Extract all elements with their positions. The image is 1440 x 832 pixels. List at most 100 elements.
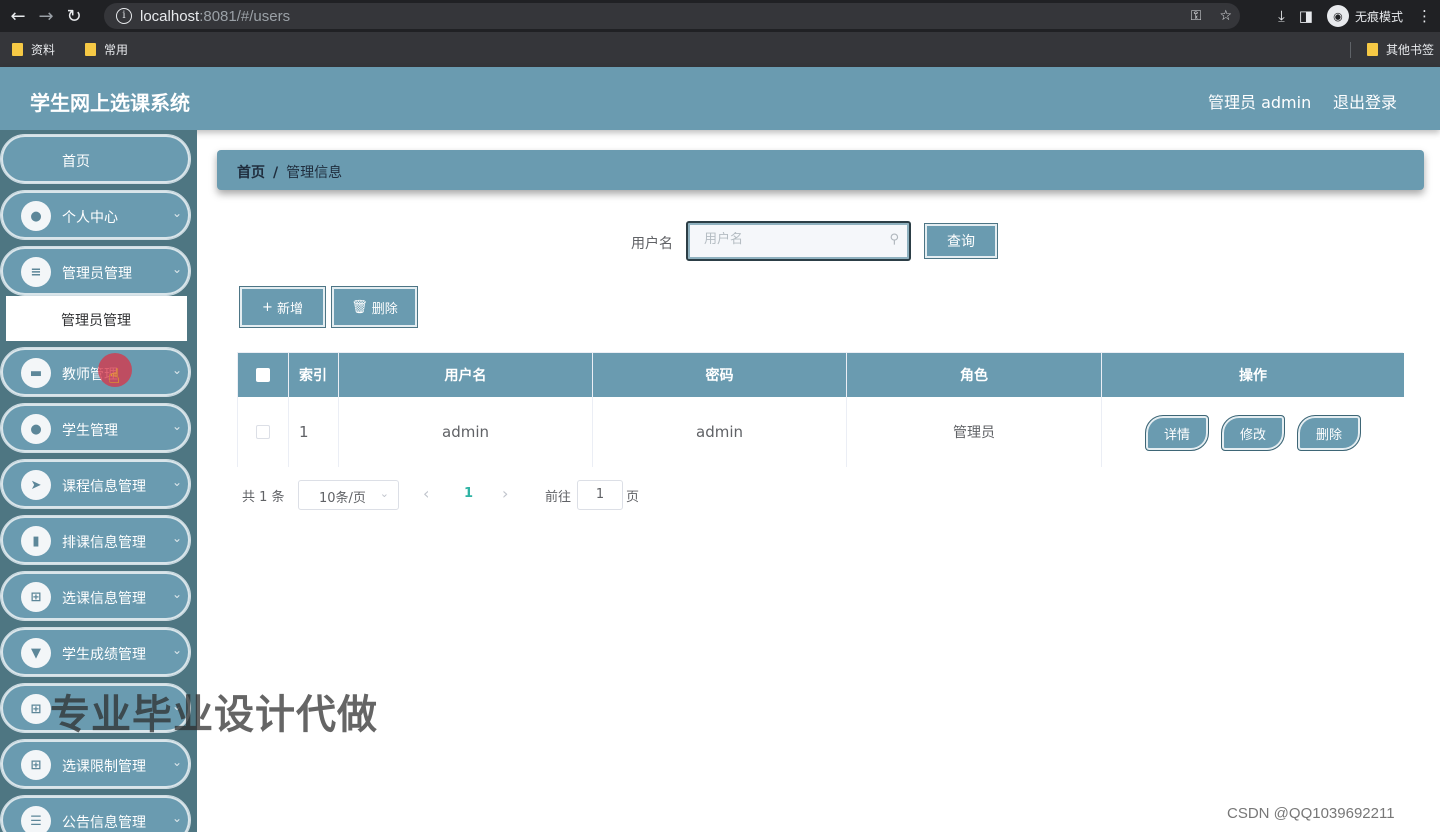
star-icon[interactable]: ☆ (1219, 8, 1232, 24)
breadcrumb-separator: / (273, 165, 279, 181)
table-row: 1 admin admin 管理员 详情 修改 删除 (238, 397, 1404, 467)
sliders-icon: ☰ (21, 806, 51, 832)
select-all-checkbox[interactable] (256, 368, 270, 382)
folder-icon (12, 43, 23, 56)
bookmark-folder-2[interactable]: 常用 (85, 41, 128, 58)
page-size-select[interactable]: 10条/页 ⌄ (298, 480, 399, 510)
chevron-down-icon: ⌄ (171, 419, 182, 433)
folder-icon (85, 43, 97, 56)
sidebar-item-admins[interactable]: ≡ 管理员管理 ⌄ (0, 246, 191, 296)
cell-role: 管理员 (847, 397, 1102, 467)
sidebar-item-notices[interactable]: ☰ 公告信息管理 ⌄ (0, 795, 191, 832)
chevron-down-icon: ⌄ (171, 811, 182, 825)
sidebar-item-home[interactable]: 首页 (0, 134, 191, 184)
trash-icon: 🗑 (351, 299, 368, 315)
sidebar-item-label: 选课信息管理 (62, 591, 146, 607)
key-icon[interactable]: ⚿ (1191, 8, 1202, 24)
col-password: 密码 (593, 353, 847, 397)
col-actions: 操作 (1239, 368, 1267, 384)
bookmarks-bar: 资料 常用 其他书签 (0, 32, 1440, 67)
forward-icon[interactable]: → (32, 2, 60, 30)
reload-icon[interactable]: ↻ (60, 2, 88, 30)
sidebar-item-profile[interactable]: ● 个人中心 ⌄ (0, 190, 191, 240)
sidebar-item-schedule[interactable]: ▮ 排课信息管理 ⌄ (0, 515, 191, 565)
sidebar-item-label: 公告信息管理 (62, 815, 146, 831)
search-input[interactable] (704, 232, 874, 247)
submenu-item-admin[interactable]: 管理员管理 (6, 296, 187, 341)
sidebar-item-label: 个人中心 (62, 210, 118, 226)
add-button[interactable]: + 新增 (239, 286, 326, 328)
bookmark-label: 常用 (104, 43, 129, 57)
sidebar-item-grades[interactable]: ▼ 学生成绩管理 ⌄ (0, 627, 191, 677)
bar-chart-icon: ▮ (21, 526, 51, 556)
chevron-down-icon: ⌄ (379, 487, 389, 500)
sidebar-item-label: 学生成绩管理 (62, 647, 146, 663)
page-size-value: 10条/页 (319, 491, 366, 506)
incognito-indicator[interactable]: ◉ 无痕模式 (1326, 5, 1403, 27)
logout-link[interactable]: 退出登录 (1333, 89, 1397, 113)
chevron-down-icon: ⌄ (171, 363, 182, 377)
col-role: 角色 (847, 353, 1102, 397)
detail-button[interactable]: 详情 (1145, 415, 1209, 451)
col-username: 用户名 (339, 353, 593, 397)
hand-cursor-icon: ☝ (108, 364, 121, 388)
pin-icon: ▼ (21, 638, 51, 668)
sidepanel-icon[interactable]: ◨ (1299, 7, 1313, 25)
breadcrumb-home[interactable]: 首页 (237, 165, 265, 181)
info-icon[interactable]: i (116, 8, 132, 24)
edit-button[interactable]: 修改 (1221, 415, 1285, 451)
back-icon[interactable]: ← (4, 2, 32, 30)
goto-page-input[interactable]: 1 (577, 480, 623, 510)
sidebar-item-courses[interactable]: ➤ 课程信息管理 ⌄ (0, 459, 191, 509)
pagination-total: 共 1 条 (242, 490, 285, 505)
search-field[interactable]: ⚲ (686, 221, 911, 261)
chevron-down-icon: ⌄ (171, 262, 182, 276)
sidebar-item-selections[interactable]: ⊞ 选课信息管理 ⌄ (0, 571, 191, 621)
bookmark-folder-1[interactable]: 资料 (12, 41, 55, 58)
chevron-down-icon: ⌄ (171, 755, 182, 769)
other-bookmarks[interactable]: 其他书签 (1349, 32, 1434, 67)
sidebar-item-teachers[interactable]: ▬ 教师管理 ⌄ (0, 347, 191, 397)
sidebar-item-limits[interactable]: ⊞ 选课限制管理 ⌄ (0, 739, 191, 789)
incognito-label: 无痕模式 (1354, 9, 1403, 24)
grid-icon: ⊞ (21, 582, 51, 612)
grid-icon: ⊞ (21, 750, 51, 780)
delete-button-label: 删除 (371, 301, 398, 317)
sidebar-item-label: 管理员管理 (62, 266, 132, 282)
menu-kebab-icon[interactable]: ⋮ (1417, 7, 1432, 25)
sidebar-item-label: 课程信息管理 (62, 479, 146, 495)
page-number-current[interactable]: 1 (464, 486, 473, 501)
list-icon: ≡ (21, 257, 51, 287)
sidebar-item-students[interactable]: ● 学生管理 ⌄ (0, 403, 191, 453)
address-bar[interactable]: i localhost:8081/#/users ⚿ ☆ (104, 3, 1240, 29)
briefcase-icon: ▬ (21, 358, 51, 388)
user-icon: ● (21, 414, 51, 444)
browser-toolbar: ← → ↻ i localhost:8081/#/users ⚿ ☆ ⤓ ◨ ◉… (0, 0, 1440, 32)
batch-delete-button[interactable]: 🗑 删除 (331, 286, 418, 328)
select-all-cell[interactable] (238, 353, 289, 397)
table-header: 索引 用户名 密码 角色 操作 (238, 353, 1404, 397)
url-path: :8081/#/users (199, 7, 291, 25)
query-button[interactable]: 查询 (924, 223, 998, 259)
goto-label: 前往 (545, 490, 572, 505)
chevron-down-icon: ⌄ (171, 587, 182, 601)
plus-icon: + (262, 299, 273, 315)
breadcrumb: 首页 / 管理信息 (217, 150, 1424, 190)
bookmark-label: 资料 (31, 43, 56, 57)
cell-index: 1 (289, 397, 339, 467)
prev-page-icon[interactable]: ‹ (423, 484, 429, 503)
watermark-text: 专业毕业设计代做 (50, 692, 378, 738)
row-delete-button[interactable]: 删除 (1297, 415, 1361, 451)
add-button-label: 新增 (276, 301, 303, 317)
chevron-down-icon: ⌄ (171, 206, 182, 220)
sidebar-item-label: 排课信息管理 (62, 535, 146, 551)
col-index: 索引 (289, 353, 339, 397)
search-label: 用户名 (631, 236, 673, 252)
row-select-cell[interactable] (238, 397, 289, 467)
download-icon[interactable]: ⤓ (1278, 7, 1285, 25)
bookmark-separator (1349, 41, 1351, 58)
folder-icon (1366, 43, 1378, 56)
row-checkbox[interactable] (256, 425, 270, 439)
next-page-icon[interactable]: › (502, 484, 508, 503)
sidebar-item-label: 选课限制管理 (62, 759, 146, 775)
